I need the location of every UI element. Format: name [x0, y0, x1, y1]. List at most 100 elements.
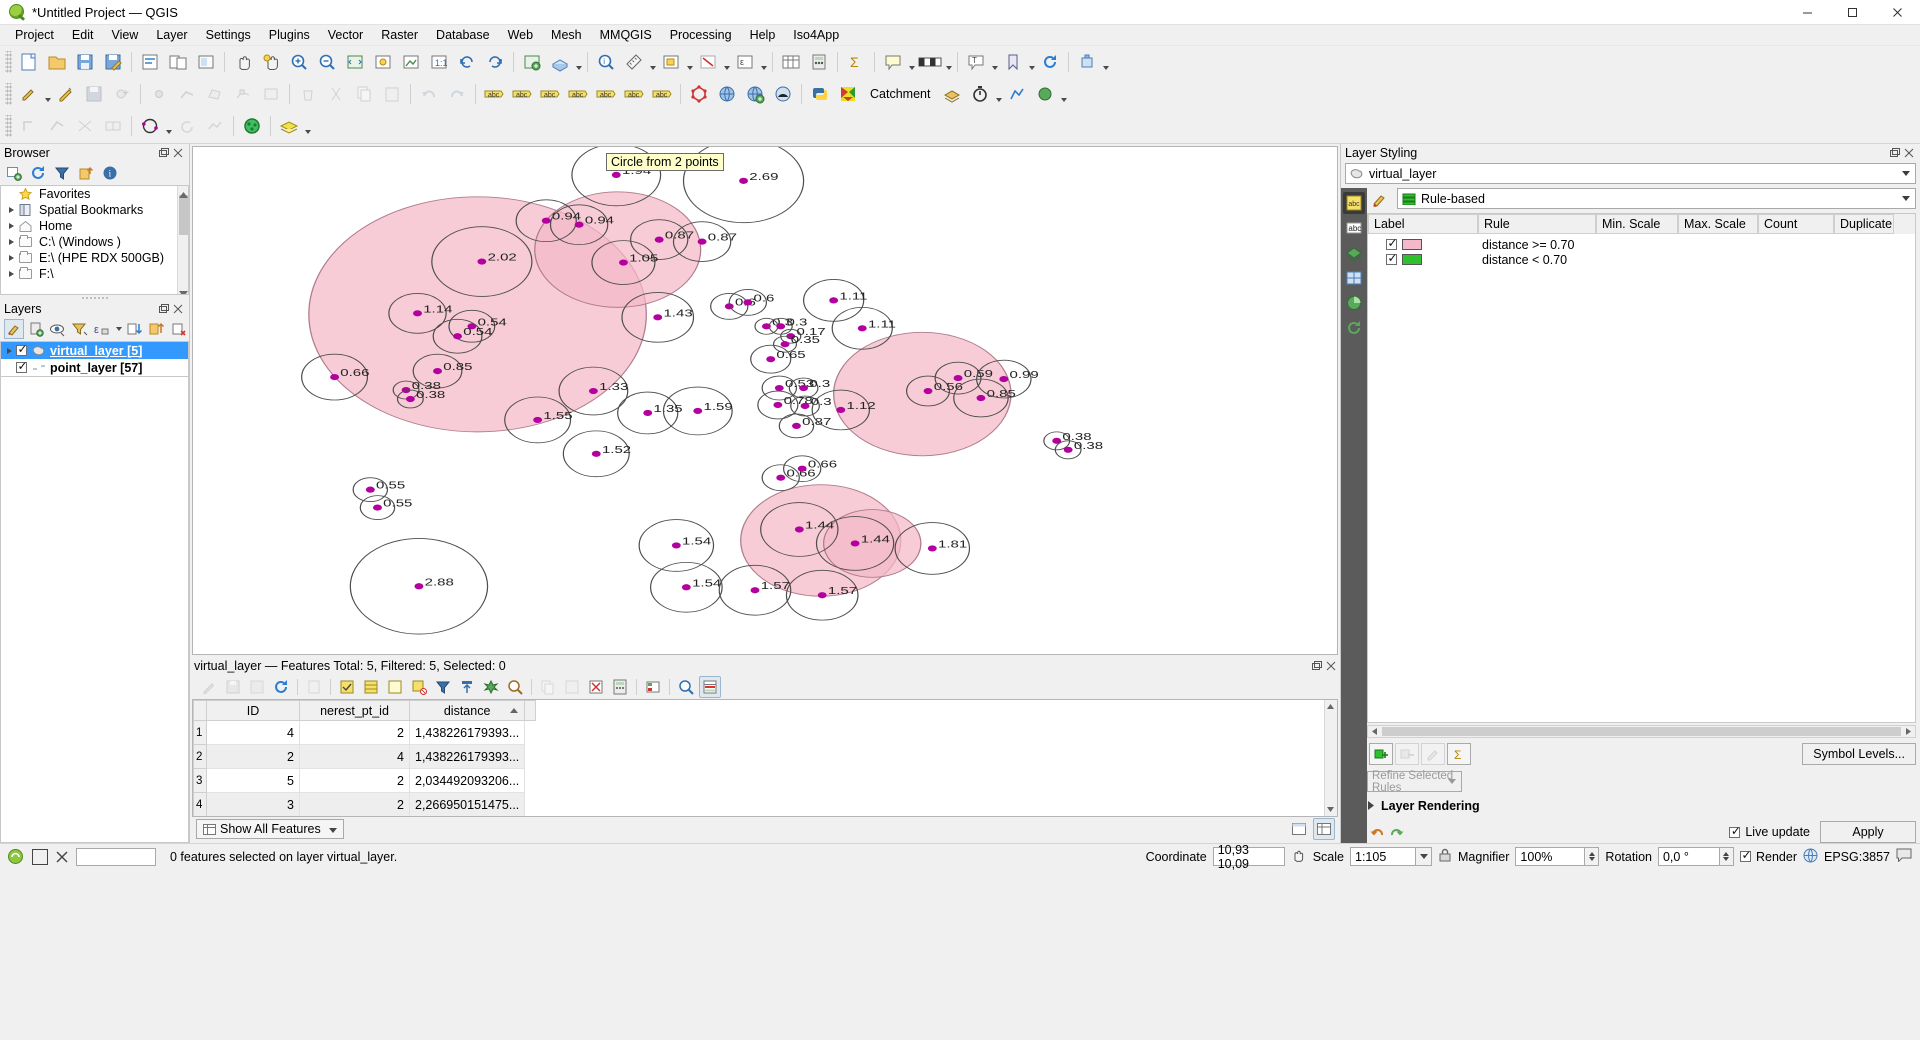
- layer-selector-combo[interactable]: virtual_layer: [1345, 163, 1916, 184]
- cell-nerest_pt_id[interactable]: 4: [299, 744, 410, 769]
- cell-ID[interactable]: 5: [206, 768, 300, 793]
- redo-style-button[interactable]: [1387, 821, 1407, 843]
- close-button[interactable]: [1875, 0, 1920, 25]
- layer-styling-float-icon[interactable]: [1889, 147, 1900, 158]
- refresh-map-button[interactable]: [1036, 48, 1064, 76]
- taskbar-square-icon[interactable]: [32, 848, 48, 865]
- expression-filter-icon[interactable]: ε: [92, 319, 112, 339]
- rule-column-header-label[interactable]: Label: [1368, 214, 1478, 234]
- copy-selected-rows-icon[interactable]: [537, 676, 559, 698]
- feature-point[interactable]: [792, 422, 801, 429]
- hscroll-right-icon[interactable]: [1902, 726, 1915, 737]
- feature-point[interactable]: [800, 402, 810, 410]
- select-expression-dropdown-icon[interactable]: [759, 48, 768, 76]
- map-tips-dropdown-icon[interactable]: [907, 48, 916, 76]
- render-checkbox[interactable]: [1739, 849, 1752, 862]
- menu-help[interactable]: Help: [741, 26, 785, 44]
- zoom-to-feature-icon[interactable]: [675, 676, 697, 698]
- feature-point[interactable]: [836, 406, 846, 414]
- openlayers-plugin-button[interactable]: [938, 80, 966, 108]
- browser-tree[interactable]: Favorites Spatial Bookmarks Home C:\ (Windo…: [0, 185, 189, 295]
- rotate-label-button[interactable]: abc: [620, 80, 648, 108]
- filter-icon[interactable]: [52, 163, 72, 183]
- digitize-line-button[interactable]: [173, 80, 201, 108]
- scale-input[interactable]: 1:105: [1350, 847, 1416, 866]
- pan-map-button[interactable]: [229, 48, 257, 76]
- zoom-to-native-button[interactable]: 1:1: [425, 48, 453, 76]
- remove-rule-button[interactable]: [1395, 743, 1419, 765]
- feature-point[interactable]: [773, 401, 783, 409]
- zoom-to-selection-button[interactable]: [369, 48, 397, 76]
- table-row[interactable]: 1 4 2 1,438226179393...: [193, 720, 536, 745]
- expand-arrow-icon[interactable]: [5, 239, 18, 245]
- attribute-table-view[interactable]: ID nerest_pt_id distance 1 4 2 1,438226179393.…: [192, 699, 1338, 817]
- feature-point[interactable]: [414, 583, 424, 590]
- feature-point[interactable]: [776, 323, 786, 330]
- expand-arrow-icon[interactable]: [5, 223, 18, 229]
- menu-project[interactable]: Project: [6, 26, 63, 44]
- browser-scroll-thumb[interactable]: [179, 195, 188, 235]
- expand-all-icon[interactable]: [125, 319, 145, 339]
- menu-view[interactable]: View: [102, 26, 147, 44]
- show-hide-labels-button[interactable]: abc: [564, 80, 592, 108]
- feature-point[interactable]: [618, 259, 628, 266]
- zoom-to-layer-button[interactable]: [397, 48, 425, 76]
- feature-point[interactable]: [794, 526, 804, 533]
- feature-point[interactable]: [743, 299, 753, 306]
- table-row[interactable]: 3 5 2 2,034492093206...: [193, 768, 536, 793]
- label-toolbar-button[interactable]: abc: [480, 80, 508, 108]
- add-wms-layer-button[interactable]: [713, 80, 741, 108]
- move-label-button[interactable]: abc: [592, 80, 620, 108]
- feature-point[interactable]: [999, 375, 1009, 383]
- pan-to-selection-button[interactable]: [257, 48, 285, 76]
- feature-point[interactable]: [776, 474, 786, 481]
- bookmark-dropdown-icon[interactable]: [1027, 48, 1036, 76]
- scroll-down-icon[interactable]: [1325, 804, 1336, 815]
- open-project-button[interactable]: [43, 48, 71, 76]
- tab-history[interactable]: [1343, 317, 1365, 339]
- new-bookmark-button[interactable]: [999, 48, 1027, 76]
- collapse-all-layers-icon[interactable]: [147, 319, 167, 339]
- mmqgis-button[interactable]: [834, 80, 862, 108]
- live-update-checkbox[interactable]: [1729, 825, 1741, 838]
- feature-point[interactable]: [541, 217, 551, 224]
- save-project-button[interactable]: [71, 48, 99, 76]
- tab-symbology[interactable]: abc: [1343, 192, 1365, 214]
- tab-labels[interactable]: abc: [1343, 217, 1365, 239]
- georef-dropdown-icon[interactable]: [1059, 80, 1068, 108]
- plugin-dropdown-icon[interactable]: [1101, 48, 1110, 76]
- plugin-extra-dropdown-icon[interactable]: [994, 80, 1003, 108]
- feature-point[interactable]: [433, 368, 442, 375]
- count-features-button[interactable]: Σ: [1447, 743, 1471, 765]
- new-print-layout-button[interactable]: [136, 48, 164, 76]
- rule-column-header-rule[interactable]: Rule: [1478, 214, 1596, 234]
- feature-point[interactable]: [533, 416, 543, 424]
- cell-ID[interactable]: 2: [206, 744, 300, 769]
- offset-curve-button[interactable]: [15, 112, 43, 140]
- show-all-features-button[interactable]: Show All Features: [196, 819, 344, 839]
- browser-item-favorites[interactable]: Favorites: [1, 186, 188, 202]
- layout-manager-button[interactable]: [164, 48, 192, 76]
- text-annotation-button[interactable]: T: [962, 48, 990, 76]
- zoom-full-button[interactable]: [341, 48, 369, 76]
- expand-arrow-icon[interactable]: [5, 207, 18, 213]
- copy-features-button[interactable]: [350, 80, 378, 108]
- rule-row[interactable]: distance >= 0.70: [1368, 237, 1915, 252]
- statistical-summary-button[interactable]: Σ: [842, 48, 870, 76]
- rules-tree[interactable]: Label Rule Min. Scale Max. Scale Count Duplic…: [1367, 213, 1916, 723]
- pan-map-to-selection-icon[interactable]: [480, 676, 502, 698]
- new-field-icon[interactable]: [303, 676, 325, 698]
- menu-mesh[interactable]: Mesh: [542, 26, 591, 44]
- select-all-icon[interactable]: [336, 676, 358, 698]
- undo-style-button[interactable]: [1367, 821, 1387, 843]
- invert-selection-icon[interactable]: [360, 676, 382, 698]
- feature-point[interactable]: [330, 374, 340, 381]
- digitize-point-button[interactable]: [145, 80, 173, 108]
- browser-item-c-windows[interactable]: C:\ (Windows ): [1, 234, 188, 250]
- label-highlight-button[interactable]: abc: [508, 80, 536, 108]
- toolbar-grip[interactable]: [5, 115, 12, 137]
- move-selection-to-top-icon[interactable]: [456, 676, 478, 698]
- deselect-features-button[interactable]: [694, 48, 722, 76]
- scroll-up-icon[interactable]: [179, 187, 188, 198]
- feature-point[interactable]: [681, 584, 691, 591]
